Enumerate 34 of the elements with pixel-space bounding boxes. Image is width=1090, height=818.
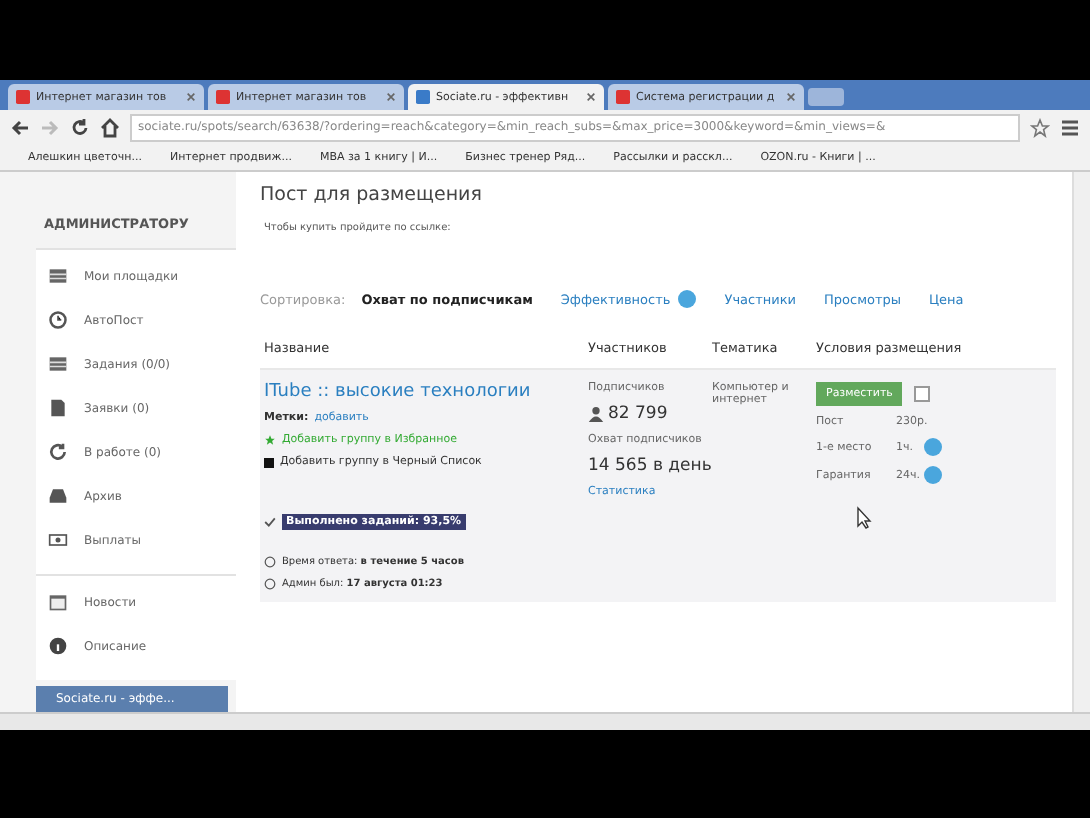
scrollbar[interactable]: [0, 712, 1090, 730]
close-icon[interactable]: [186, 92, 196, 102]
cursor-icon: [856, 506, 872, 530]
home-icon[interactable]: [100, 117, 120, 137]
square-icon: [264, 457, 274, 467]
back-icon[interactable]: [10, 117, 30, 137]
favicon-icon: [16, 90, 30, 104]
user-icon: [588, 406, 604, 422]
subscribers-count: 82 799: [608, 404, 668, 424]
calendar-icon: [48, 592, 68, 612]
favicon-icon: [616, 90, 630, 104]
doc-icon: [48, 398, 68, 418]
tick-icon: [264, 516, 276, 528]
close-icon[interactable]: [586, 92, 596, 102]
list-icon: [48, 354, 68, 374]
star-icon[interactable]: [1030, 117, 1050, 137]
menu-icon[interactable]: [1060, 117, 1080, 137]
money-icon: [48, 530, 68, 550]
tray-icon: [48, 486, 68, 506]
close-icon[interactable]: [786, 92, 796, 102]
scrollbar[interactable]: [1072, 172, 1090, 712]
close-icon[interactable]: [386, 92, 396, 102]
list-icon: [48, 266, 68, 286]
page-title: Пост для размещения: [260, 184, 484, 206]
refresh-icon: [48, 442, 68, 462]
favicon-icon: [216, 90, 230, 104]
group-link[interactable]: ITube :: высокие технологии: [264, 382, 588, 402]
reload-icon[interactable]: [70, 117, 90, 137]
star-icon: [264, 434, 276, 446]
checkbox[interactable]: [914, 386, 931, 402]
info-icon: [48, 636, 68, 656]
favicon-icon: [416, 90, 430, 104]
reach-value: 14 565 в день: [588, 456, 712, 476]
clock-icon: [48, 310, 68, 330]
